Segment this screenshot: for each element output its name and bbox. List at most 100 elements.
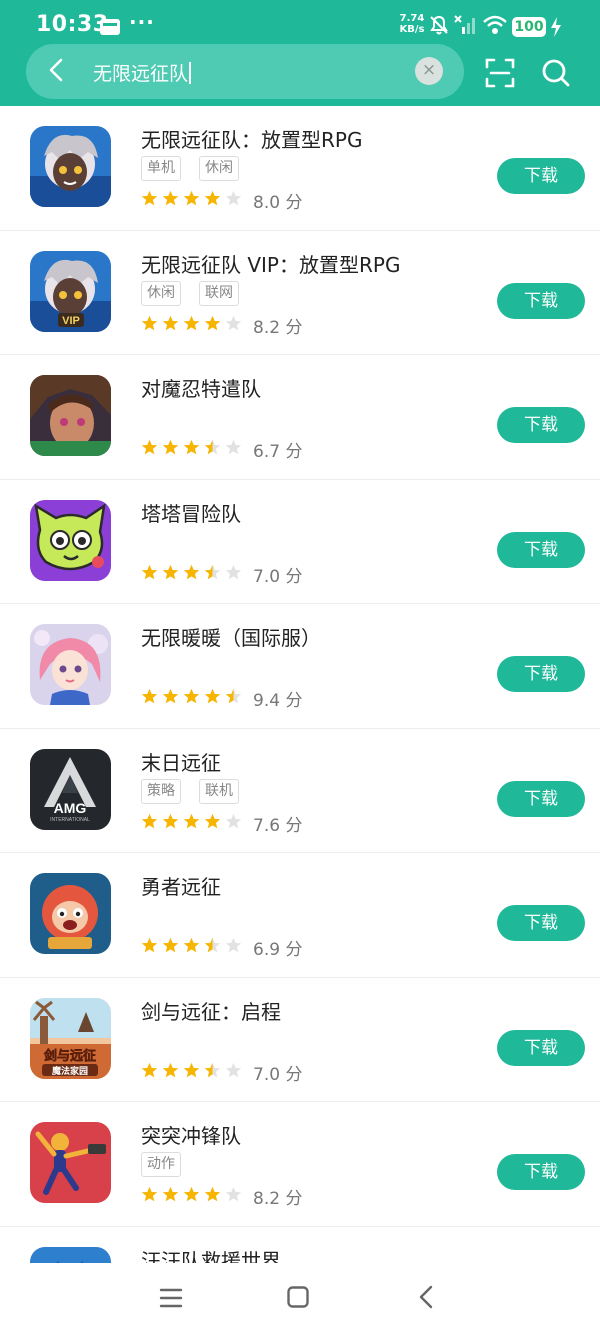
app-tag: 策略 xyxy=(141,778,181,804)
star-filled-icon xyxy=(141,190,158,206)
download-button[interactable]: 下载 xyxy=(497,905,585,941)
status-time: 10:33 xyxy=(36,12,109,37)
star-filled-icon xyxy=(162,315,179,330)
network-speed-value: 7.74 xyxy=(399,13,425,24)
star-empty-icon xyxy=(225,1062,242,1077)
app-list-item[interactable]: 剑与远征 魔法家园 剑与远征：启程 7.0 分 下载 xyxy=(0,978,600,1102)
app-score: 7.6 分 xyxy=(253,815,303,836)
star-filled-icon xyxy=(162,1186,179,1202)
star-rating xyxy=(141,937,242,954)
star-half-icon xyxy=(225,688,242,704)
star-filled-icon xyxy=(183,315,200,330)
scan-icon[interactable] xyxy=(484,57,516,89)
charging-icon xyxy=(551,17,561,37)
download-button[interactable]: 下载 xyxy=(497,656,585,692)
app-tag: 联机 xyxy=(199,778,239,804)
app-title[interactable]: 对魔忍特遣队 xyxy=(141,373,261,402)
app-icon-infinity-nikki[interactable] xyxy=(30,624,111,705)
star-rating xyxy=(141,1186,242,1203)
star-half-icon xyxy=(204,1062,221,1077)
download-button[interactable]: 下载 xyxy=(497,1029,585,1066)
download-button[interactable]: 下载 xyxy=(497,158,585,194)
star-filled-icon xyxy=(141,688,158,704)
download-button[interactable]: 下载 xyxy=(497,531,585,568)
back-icon[interactable] xyxy=(416,1285,438,1309)
app-tag: 休闲 xyxy=(141,280,181,306)
clear-search-button[interactable]: × xyxy=(415,57,443,85)
vip-badge: VIP xyxy=(62,315,80,327)
app-title[interactable]: 无限远征队：放置型RPG xyxy=(141,124,362,153)
app-score: 8.2 分 xyxy=(253,317,303,338)
app-icon-taimanin[interactable] xyxy=(30,375,111,456)
app-tags: 单机 休闲 xyxy=(141,156,239,181)
app-list-item[interactable]: 对魔忍特遣队 6.7 分 下载 xyxy=(0,355,600,480)
app-icon-hero-expedition[interactable] xyxy=(30,873,111,954)
app-icon-tata-adventure[interactable] xyxy=(30,499,111,581)
app-title[interactable]: 末日远征 xyxy=(141,747,221,776)
app-score: 7.0 分 xyxy=(253,566,303,587)
download-button[interactable]: 下载 xyxy=(497,407,585,443)
signal-icon xyxy=(454,15,475,34)
app-list-item[interactable]: 突突冲锋队 动作 8.2 分 下载 xyxy=(0,1102,600,1227)
star-filled-icon xyxy=(162,937,179,953)
app-list-item[interactable]: 无限暖暖（国际服） 9.4 分 下载 xyxy=(0,604,600,729)
star-rating xyxy=(141,439,242,456)
star-filled-icon xyxy=(141,937,158,953)
star-filled-icon xyxy=(162,1062,179,1077)
search-input[interactable]: 无限远征队 xyxy=(93,59,191,86)
app-list-item[interactable]: 汪汪队救援世界 下载 xyxy=(0,1227,600,1264)
app-list-item[interactable]: 塔塔冒险队 7.0 分 下载 xyxy=(0,480,600,604)
search-icon[interactable] xyxy=(540,57,572,89)
download-button[interactable]: 下载 xyxy=(497,1154,585,1190)
star-filled-icon xyxy=(141,813,158,828)
app-icon-tutu-charge[interactable] xyxy=(30,1122,111,1203)
menu-icon[interactable] xyxy=(158,1287,184,1309)
download-button[interactable]: 下载 xyxy=(497,780,585,817)
app-icon-paw-patrol[interactable] xyxy=(30,1246,111,1263)
app-list-item[interactable]: 勇者远征 6.9 分 下载 xyxy=(0,853,600,978)
app-list-item[interactable]: 无限远征队：放置型RPG 单机 休闲 8.0 分 下载 xyxy=(0,106,600,231)
star-filled-icon xyxy=(162,813,179,828)
star-filled-icon xyxy=(204,1186,221,1202)
star-rating xyxy=(141,315,242,332)
app-title[interactable]: 剑与远征：启程 xyxy=(141,996,281,1025)
app-title[interactable]: 塔塔冒险队 xyxy=(141,498,241,527)
star-filled-icon xyxy=(162,688,179,704)
home-icon[interactable] xyxy=(286,1285,310,1309)
mail-notification-icon xyxy=(100,19,120,35)
app-title[interactable]: 勇者远征 xyxy=(141,871,221,900)
app-list-item[interactable]: AMG INTERNATIONAL 末日远征 策略 联机 7.6 分 下载 xyxy=(0,729,600,853)
star-half-icon xyxy=(204,564,221,579)
system-navigation-bar xyxy=(0,1263,600,1333)
app-icon-infinite-expedition-vip[interactable]: VIP xyxy=(30,250,111,332)
star-filled-icon xyxy=(141,1186,158,1202)
app-icon-infinite-expedition[interactable] xyxy=(30,126,111,207)
star-filled-icon xyxy=(162,439,179,455)
app-list-item[interactable]: VIP 无限远征队 VIP：放置型RPG 休闲 联网 8.2 分 下载 xyxy=(0,231,600,355)
star-rating xyxy=(141,688,242,705)
star-empty-icon xyxy=(225,190,242,206)
app-title[interactable]: 突突冲锋队 xyxy=(141,1120,241,1149)
back-arrow-icon[interactable] xyxy=(44,57,70,83)
text-cursor xyxy=(189,62,191,84)
app-title[interactable]: 无限远征队 VIP：放置型RPG xyxy=(141,249,400,278)
app-score: 6.7 分 xyxy=(253,442,303,462)
search-bar[interactable] xyxy=(26,44,464,99)
search-results-list[interactable]: 无限远征队：放置型RPG 单机 休闲 8.0 分 下载 VIP 无限远征队 VI… xyxy=(0,106,600,1263)
star-filled-icon xyxy=(204,190,221,206)
app-icon-afk-journey[interactable]: 剑与远征 魔法家园 xyxy=(30,997,111,1079)
app-title[interactable]: 无限暖暖（国际服） xyxy=(141,622,321,651)
download-button[interactable]: 下载 xyxy=(497,282,585,319)
battery-level: 100 xyxy=(512,17,546,37)
star-half-icon xyxy=(204,937,221,953)
star-filled-icon xyxy=(204,813,221,828)
app-icon-amg-doomsday-expedition[interactable]: AMG INTERNATIONAL xyxy=(30,748,111,830)
star-filled-icon xyxy=(183,937,200,953)
star-rating xyxy=(141,1062,242,1079)
star-filled-icon xyxy=(183,813,200,828)
app-title[interactable]: 汪汪队救援世界 xyxy=(141,1245,281,1264)
app-tags: 策略 联机 xyxy=(141,778,239,804)
app-score: 9.4 分 xyxy=(253,691,303,711)
star-filled-icon xyxy=(204,315,221,330)
star-empty-icon xyxy=(225,439,242,455)
